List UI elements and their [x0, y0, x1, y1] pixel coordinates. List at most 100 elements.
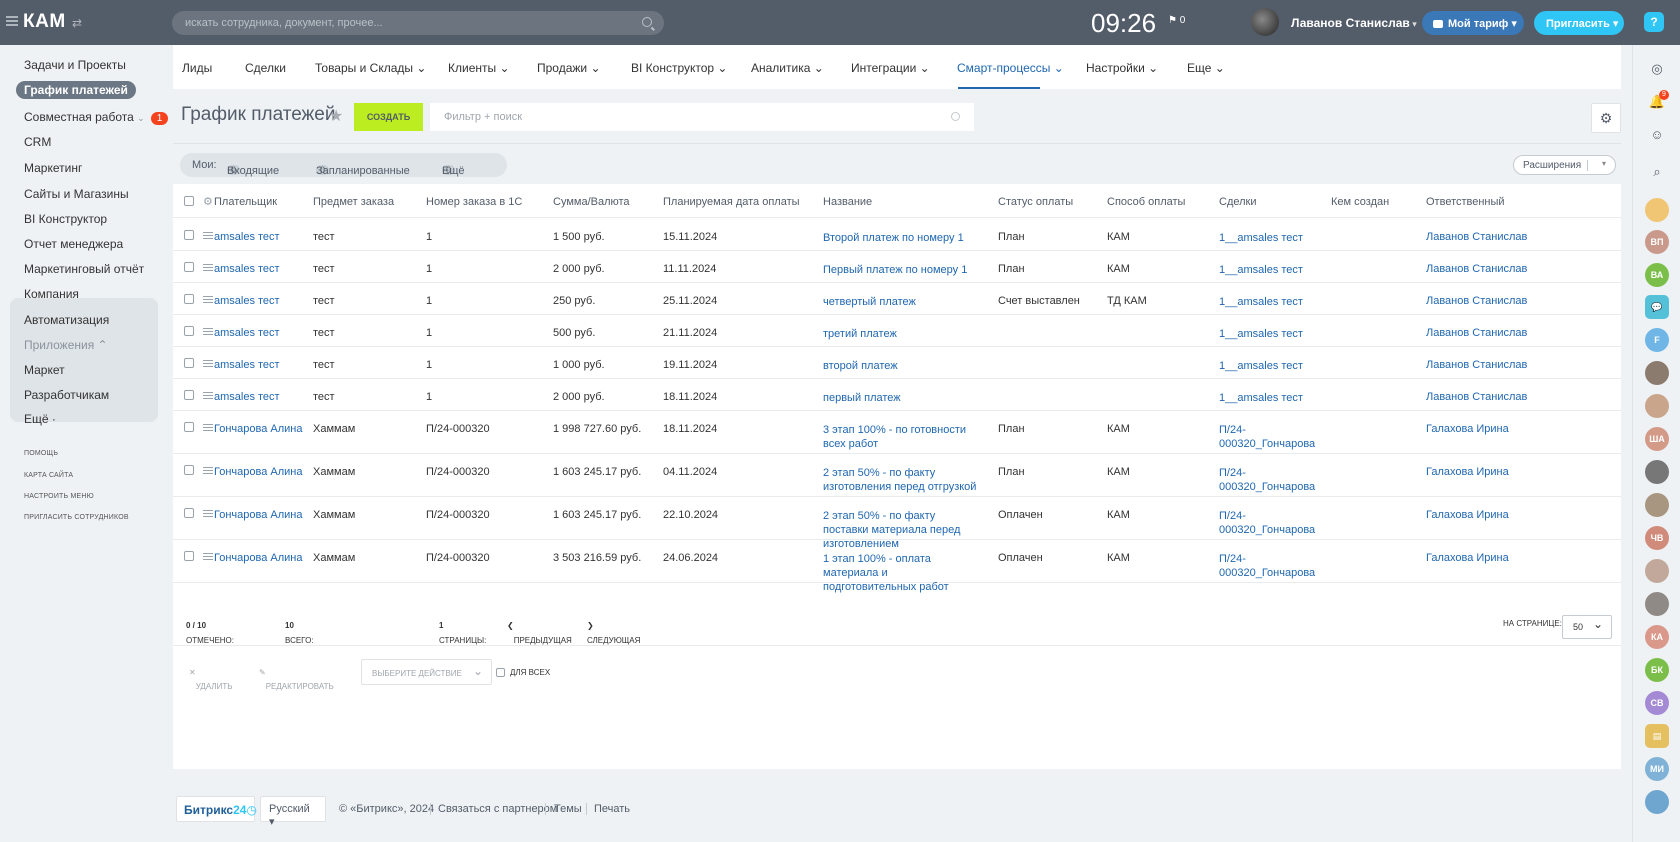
cell-deal[interactable]: 1__amsales тест [1219, 391, 1314, 405]
row-menu-icon[interactable] [203, 467, 213, 474]
contact-photo-avatar[interactable] [1645, 559, 1669, 583]
row-checkbox[interactable] [184, 358, 194, 368]
cell-payer[interactable]: Гончарова Алина [214, 423, 302, 435]
column-header-deals[interactable]: Сделки [1219, 196, 1257, 208]
contact-photo-avatar[interactable] [1645, 361, 1669, 385]
column-header-creator[interactable]: Кем создан [1331, 196, 1389, 208]
column-header-name[interactable]: Название [823, 196, 872, 208]
cell-payer[interactable]: amsales тест [214, 295, 280, 307]
contact-photo-avatar[interactable] [1645, 394, 1669, 418]
column-header-sum[interactable]: Сумма/Валюта [553, 196, 630, 208]
nav-tab-deals[interactable]: Сделки [245, 61, 286, 75]
nav-tab-leads[interactable]: Лиды [182, 61, 212, 75]
left-menu-item-collaboration[interactable]: Совместная работа ⌄ 1 [24, 110, 169, 125]
contact-avatar[interactable]: МИ [1645, 757, 1669, 781]
left-menu-item-manager-report[interactable]: Отчет менеджера [24, 237, 123, 251]
document-chat-icon[interactable]: ▤ [1645, 724, 1669, 748]
row-checkbox[interactable] [184, 390, 194, 400]
cell-deal[interactable]: П/24-000320_Гончарова [1219, 552, 1315, 580]
row-menu-icon[interactable] [203, 296, 213, 303]
cell-payment-name[interactable]: третий платеж [823, 327, 983, 341]
left-menu-item-crm[interactable]: CRM [24, 135, 51, 149]
nav-tab-smart-processes[interactable]: Смарт-процессы ⌄ [957, 61, 1064, 75]
group-chat-avatar[interactable] [1645, 198, 1669, 222]
cell-payer[interactable]: amsales тест [214, 359, 280, 371]
cell-deal[interactable]: 1__amsales тест [1219, 327, 1314, 341]
column-header-method[interactable]: Способ оплаты [1107, 196, 1185, 208]
cell-payment-name[interactable]: четвертый платеж [823, 295, 983, 309]
cell-deal[interactable]: П/24-000320_Гончарова [1219, 423, 1315, 451]
language-select[interactable]: Русский ▾ [260, 796, 326, 828]
left-menu-item-marketing[interactable]: Маркетинг [24, 161, 82, 175]
cell-payment-name[interactable]: второй платеж [823, 359, 983, 373]
row-checkbox[interactable] [184, 465, 194, 475]
cell-payment-name[interactable]: Первый платеж по номеру 1 [823, 263, 983, 277]
table-row[interactable]: amsales тест тест 1 2 000 руб. 11.11.2024 Пер… [173, 251, 1621, 283]
global-search-input[interactable]: искать сотрудника, документ, прочее... [172, 11, 664, 35]
row-checkbox[interactable] [184, 326, 194, 336]
nav-tab-bi[interactable]: BI Конструктор ⌄ [631, 61, 727, 75]
row-checkbox[interactable] [184, 508, 194, 518]
nav-tab-more[interactable]: Еще ⌄ [1187, 61, 1225, 75]
left-menu-item-automation[interactable]: Автоматизация [24, 313, 109, 327]
for-all-checkbox[interactable] [496, 668, 505, 677]
left-menu-sitemap-link[interactable]: КАРТА САЙТА [24, 472, 73, 479]
cell-payer[interactable]: Гончарова Алина [214, 552, 302, 564]
cell-payment-name[interactable]: 1 этап 100% - оплата материала и подгото… [823, 552, 983, 594]
cell-responsible[interactable]: Лаванов Станислав [1426, 391, 1527, 403]
column-header-order[interactable]: Номер заказа в 1С [426, 196, 522, 208]
column-header-payer[interactable]: Плательщик [214, 196, 277, 208]
row-menu-icon[interactable] [203, 392, 213, 399]
row-menu-icon[interactable] [203, 553, 213, 560]
column-header-responsible[interactable]: Ответственный [1426, 196, 1505, 208]
favorite-star-icon[interactable]: ★ [329, 106, 343, 126]
search-icon[interactable]: ⌕ [1647, 162, 1667, 182]
cell-deal[interactable]: 1__amsales тест [1219, 295, 1314, 309]
table-row[interactable]: Гончарова Алина Хаммам П/24-000320 3 503 21… [173, 540, 1621, 593]
left-menu-item-developers[interactable]: Разработчикам [24, 388, 109, 402]
left-menu-configure-link[interactable]: НАСТРОИТЬ МЕНЮ [24, 493, 94, 500]
search-icon[interactable] [642, 17, 652, 27]
cell-payer[interactable]: Гончарова Алина [214, 509, 302, 521]
cell-responsible[interactable]: Лаванов Станислав [1426, 295, 1527, 307]
extensions-button[interactable]: Расширения [1513, 155, 1616, 175]
table-row[interactable]: amsales тест тест 1 1 000 руб. 19.11.2024 вто… [173, 347, 1621, 379]
cell-responsible[interactable]: Галахова Ирина [1426, 552, 1509, 564]
cell-payer[interactable]: amsales тест [214, 391, 280, 403]
nav-tab-settings[interactable]: Настройки ⌄ [1086, 61, 1158, 75]
invite-button[interactable]: Пригласить ▾ [1534, 11, 1624, 35]
cell-payer[interactable]: amsales тест [214, 263, 280, 275]
list-settings-gear-icon[interactable]: ⚙ [1591, 103, 1621, 133]
cell-responsible[interactable]: Галахова Ирина [1426, 466, 1509, 478]
menu-burger-icon[interactable] [6, 16, 18, 26]
cell-deal[interactable]: П/24-000320_Гончарова [1219, 466, 1315, 494]
create-button[interactable]: СОЗДАТЬ [354, 103, 423, 131]
contact-avatar[interactable]: БК [1645, 658, 1669, 682]
cell-payment-name[interactable]: 2 этап 50% - по факту изготовления перед… [823, 466, 983, 494]
print-link[interactable]: Печать [594, 803, 630, 815]
left-menu-invite-link[interactable]: ПРИГЛАСИТЬ СОТРУДНИКОВ [24, 514, 129, 521]
select-all-checkbox[interactable] [184, 196, 194, 206]
left-menu-help-link[interactable]: ПОМОЩЬ [24, 450, 58, 457]
flag-counter[interactable]: ⚑ 0 [1168, 15, 1185, 26]
table-row[interactable]: amsales тест тест 1 2 000 руб. 18.11.2024 пер… [173, 379, 1621, 411]
chat-icon[interactable]: 💬 [1645, 295, 1669, 319]
table-row[interactable]: amsales тест тест 1 500 руб. 21.11.2024 трети… [173, 315, 1621, 347]
contact-avatar[interactable]: ВА [1645, 263, 1669, 287]
nav-tab-goods[interactable]: Товары и Склады ⌄ [315, 61, 426, 75]
cell-responsible[interactable]: Лаванов Станислав [1426, 327, 1527, 339]
cell-payment-name[interactable]: Второй платеж по номеру 1 [823, 231, 983, 245]
left-menu-item-market[interactable]: Маркет [24, 363, 65, 377]
row-checkbox[interactable] [184, 262, 194, 272]
row-menu-icon[interactable] [203, 232, 213, 239]
table-row[interactable]: amsales тест тест 1 250 руб. 25.11.2024 четве… [173, 283, 1621, 315]
edit-action[interactable]: ✎ РЕДАКТИРОВАТЬ [259, 668, 334, 691]
table-row[interactable]: Гончарова Алина Хаммам П/24-000320 1 998 72… [173, 411, 1621, 454]
counter-more[interactable]: 0Ещё ⌄ [442, 159, 465, 177]
cell-payer[interactable]: amsales тест [214, 231, 280, 243]
left-menu-item-bi[interactable]: BI Конструктор [24, 212, 107, 226]
themes-link[interactable]: Темы [554, 803, 582, 815]
contact-avatar[interactable] [1645, 790, 1669, 814]
column-header-date[interactable]: Планируемая дата оплаты [663, 196, 800, 208]
cell-payer[interactable]: Гончарова Алина [214, 466, 302, 478]
